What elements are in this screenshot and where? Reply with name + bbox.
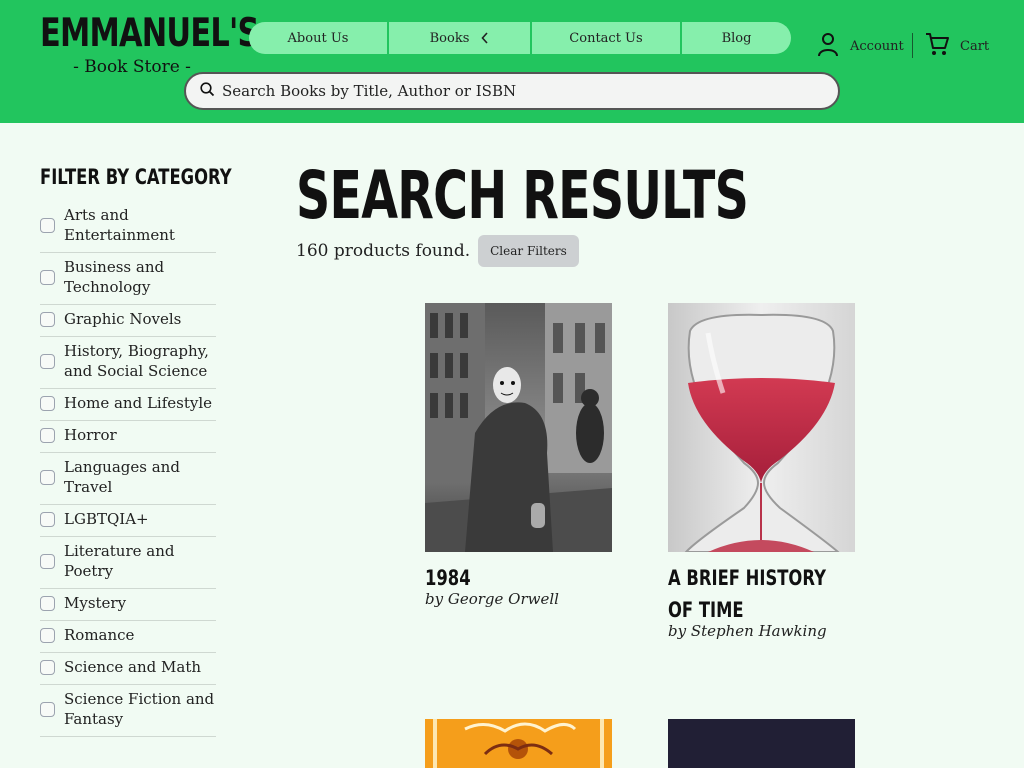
category-checkbox[interactable] — [40, 469, 55, 485]
main-nav: About Us Books Contact Us Blog — [249, 22, 791, 54]
book-card[interactable] — [668, 719, 855, 768]
category-graphic-novels[interactable]: Graphic Novels — [40, 305, 216, 337]
account-link[interactable]: Account — [816, 32, 904, 60]
category-horror[interactable]: Horror — [40, 421, 216, 453]
results-count: 160 products found. — [296, 241, 471, 261]
book-card[interactable] — [425, 719, 612, 768]
search-icon — [200, 81, 215, 101]
book-cover-image[interactable] — [668, 303, 855, 552]
account-label: Account — [850, 38, 904, 54]
category-checkbox[interactable] — [40, 217, 55, 233]
category-checkbox[interactable] — [40, 311, 55, 327]
nav-contact-us[interactable]: Contact Us — [532, 22, 682, 54]
book-title[interactable]: A BRIEF HISTORY OF TIME — [668, 562, 855, 626]
search-bar[interactable] — [184, 72, 840, 110]
category-home-lifestyle[interactable]: Home and Lifestyle — [40, 389, 216, 421]
book-cover-image[interactable] — [668, 719, 855, 768]
results-summary: 160 products found. Clear Filters — [296, 235, 579, 267]
category-filter-sidebar: FILTER BY CATEGORY Arts and Entertainmen… — [40, 165, 232, 737]
chevron-left-icon — [481, 32, 489, 44]
book-cover-image[interactable] — [425, 303, 612, 552]
nav-blog[interactable]: Blog — [682, 22, 791, 54]
book-card[interactable]: A BRIEF HISTORY OF TIME by Stephen Hawki… — [668, 303, 855, 640]
category-checkbox[interactable] — [40, 427, 55, 443]
nav-books[interactable]: Books — [389, 22, 532, 54]
cart-icon — [924, 31, 950, 61]
category-mystery[interactable]: Mystery — [40, 589, 216, 621]
category-lgbtqia[interactable]: LGBTQIA+ — [40, 505, 216, 537]
cart-link[interactable]: Cart — [924, 32, 989, 60]
page-title: SEARCH RESULTS — [296, 157, 749, 234]
category-checkbox[interactable] — [40, 511, 55, 527]
category-checkbox[interactable] — [40, 627, 55, 643]
category-science-math[interactable]: Science and Math — [40, 653, 216, 685]
category-checkbox[interactable] — [40, 395, 55, 411]
category-checkbox[interactable] — [40, 353, 55, 369]
user-icon — [816, 31, 840, 61]
book-title[interactable]: 1984 — [425, 562, 612, 594]
category-checkbox[interactable] — [40, 595, 55, 611]
category-history-biography[interactable]: History, Biography, and Social Science — [40, 337, 216, 389]
category-science-fiction-fantasy[interactable]: Science Fiction and Fantasy — [40, 685, 216, 737]
cart-label: Cart — [960, 38, 990, 54]
category-romance[interactable]: Romance — [40, 621, 216, 653]
filter-title: FILTER BY CATEGORY — [40, 165, 232, 189]
logo-name: EMMANUEL'S — [40, 11, 259, 56]
header-divider — [912, 33, 913, 58]
book-card[interactable]: 1984 by George Orwell — [425, 303, 612, 608]
category-languages-travel[interactable]: Languages and Travel — [40, 453, 216, 505]
category-checkbox[interactable] — [40, 701, 55, 717]
category-arts-entertainment[interactable]: Arts and Entertainment — [40, 201, 216, 253]
category-business-technology[interactable]: Business and Technology — [40, 253, 216, 305]
category-literature-poetry[interactable]: Literature and Poetry — [40, 537, 216, 589]
clear-filters-button[interactable]: Clear Filters — [478, 235, 579, 267]
category-checkbox[interactable] — [40, 553, 55, 569]
search-input[interactable] — [222, 82, 812, 100]
book-cover-image[interactable] — [425, 719, 612, 768]
logo[interactable]: EMMANUEL'S - Book Store - — [40, 11, 259, 78]
site-header: EMMANUEL'S - Book Store - About Us Books… — [0, 0, 1024, 123]
category-checkbox[interactable] — [40, 269, 55, 285]
category-checkbox[interactable] — [40, 659, 55, 675]
nav-about-us[interactable]: About Us — [249, 22, 389, 54]
